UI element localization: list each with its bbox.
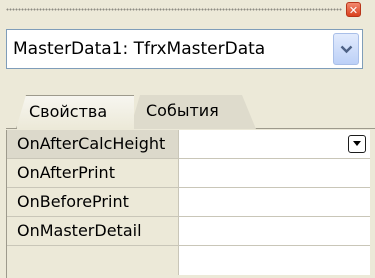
event-row[interactable] [7,246,370,275]
event-row[interactable]: OnBeforePrint [7,188,370,217]
tab-events[interactable]: События [130,95,256,129]
close-icon[interactable]: ✕ [346,2,361,17]
object-selector-combobox[interactable]: MasterData1: TfrxMasterData [6,29,363,69]
tab-properties-label: Свойства [29,102,108,121]
event-name: OnBeforePrint [7,188,178,216]
event-name: OnAfterPrint [7,159,178,187]
event-name: OnAfterCalcHeight [7,130,178,158]
event-name [7,246,178,275]
event-value-field[interactable] [178,246,370,275]
event-row-selected[interactable]: OnAfterCalcHeight [7,130,370,159]
object-inspector-panel: ✕ MasterData1: TfrxMasterData События Св… [0,0,375,278]
event-row[interactable]: OnAfterPrint [7,159,370,188]
dropdown-arrow-icon[interactable] [348,135,366,153]
title-grip[interactable] [6,7,342,12]
event-row[interactable]: OnMasterDetail [7,217,370,246]
tab-events-label: События [146,101,219,120]
combo-dropdown-button[interactable] [333,33,359,65]
object-selector-value: MasterData1: TfrxMasterData [13,39,266,59]
inspector-tabs: События Свойства [6,95,375,130]
tab-properties[interactable]: Свойства [16,95,134,129]
event-name: OnMasterDetail [7,217,178,245]
event-value-field[interactable] [178,188,370,216]
event-value-field[interactable] [178,217,370,245]
events-grid: OnAfterCalcHeight OnAfterPrint OnBeforeP… [6,130,370,278]
event-value-field[interactable] [178,130,370,158]
event-value-field[interactable] [178,159,370,187]
